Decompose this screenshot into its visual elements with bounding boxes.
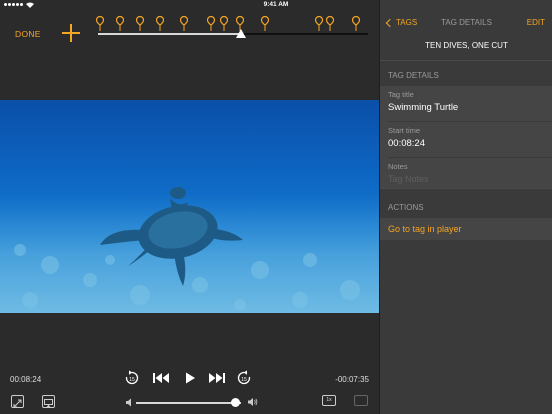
add-tag-button[interactable] xyxy=(62,24,80,42)
tag-pin-icon[interactable] xyxy=(326,16,334,31)
navigation-bar: TAGS TAG DETAILS EDIT xyxy=(380,10,552,34)
svg-text:15: 15 xyxy=(129,377,135,383)
remaining-time: -00:07:35 xyxy=(335,375,369,384)
field-label: Start time xyxy=(388,126,421,135)
player-bottom-bar: 1x xyxy=(0,395,379,411)
transport-controls: 15 15 xyxy=(124,370,254,388)
notes-input[interactable]: Tag Notes xyxy=(388,174,429,184)
volume-slider[interactable] xyxy=(126,397,258,407)
tag-pin-icon[interactable] xyxy=(261,16,269,31)
captions-button[interactable] xyxy=(354,395,368,406)
rewind-button[interactable]: 15 xyxy=(124,370,142,388)
tag-pin-icon[interactable] xyxy=(180,16,188,31)
tag-pin-icon[interactable] xyxy=(352,16,360,31)
video-player: DONE 00:08:24 -00:07:35 15 15 1x xyxy=(0,10,379,414)
start-time-field[interactable]: Start time 00:08:24 xyxy=(380,122,552,158)
go-to-tag-label: Go to tag in player xyxy=(388,224,462,234)
tag-pin-icon[interactable] xyxy=(136,16,144,31)
tag-title-value[interactable]: Swimming Turtle xyxy=(388,102,458,113)
tag-details-panel: TAGS TAG DETAILS EDIT TEN DIVES, ONE CUT… xyxy=(379,0,552,414)
video-frame[interactable] xyxy=(0,100,379,313)
divider xyxy=(380,188,552,189)
forward-icon: 15 xyxy=(237,370,251,385)
start-time-value[interactable]: 00:08:24 xyxy=(388,138,425,149)
field-label: Tag title xyxy=(388,90,414,99)
airplay-button[interactable] xyxy=(42,395,55,408)
underwater-turtle-image xyxy=(0,187,379,313)
volume-high-icon xyxy=(248,398,258,406)
play-button[interactable] xyxy=(182,370,200,388)
skip-forward-button[interactable] xyxy=(208,370,226,388)
play-icon xyxy=(186,372,195,384)
svg-text:15: 15 xyxy=(241,377,247,383)
timeline-playhead[interactable] xyxy=(236,29,247,38)
done-button[interactable]: DONE xyxy=(15,29,41,39)
details-section-header: TAG DETAILS xyxy=(388,71,439,80)
volume-low-icon xyxy=(126,398,131,407)
skip-forward-icon xyxy=(209,373,225,383)
airplay-icon xyxy=(44,399,53,408)
tag-title-field[interactable]: Tag title Swimming Turtle xyxy=(380,86,552,122)
skip-back-button[interactable] xyxy=(152,370,170,388)
tag-pin-icon[interactable] xyxy=(315,16,323,31)
field-label: Notes xyxy=(388,162,408,171)
tag-pin-icon[interactable] xyxy=(207,16,215,31)
timeline-remaining-track xyxy=(241,33,368,35)
skip-back-icon xyxy=(153,373,169,383)
tag-pin-icon[interactable] xyxy=(116,16,124,31)
tag-pin-icon[interactable] xyxy=(156,16,164,31)
actions-section-header: ACTIONS xyxy=(388,203,424,212)
fullscreen-icon xyxy=(13,399,22,408)
timeline-played-track xyxy=(98,33,242,35)
notes-field[interactable]: Notes Tag Notes xyxy=(380,158,552,188)
volume-track xyxy=(136,402,242,404)
go-to-tag-button[interactable]: Go to tag in player xyxy=(380,218,552,240)
project-title: TEN DIVES, ONE CUT xyxy=(425,41,508,50)
edit-button[interactable]: EDIT xyxy=(527,18,545,27)
elapsed-time: 00:08:24 xyxy=(10,375,42,384)
rewind-icon: 15 xyxy=(125,370,139,385)
playback-rate-button[interactable]: 1x xyxy=(322,395,336,406)
tag-pin-icon[interactable] xyxy=(96,16,104,31)
fullscreen-button[interactable] xyxy=(11,395,24,408)
tag-pin-icon[interactable] xyxy=(220,16,228,31)
volume-knob[interactable] xyxy=(231,398,241,407)
forward-button[interactable]: 15 xyxy=(236,370,254,388)
tag-timeline[interactable] xyxy=(96,10,368,44)
divider xyxy=(380,60,552,61)
